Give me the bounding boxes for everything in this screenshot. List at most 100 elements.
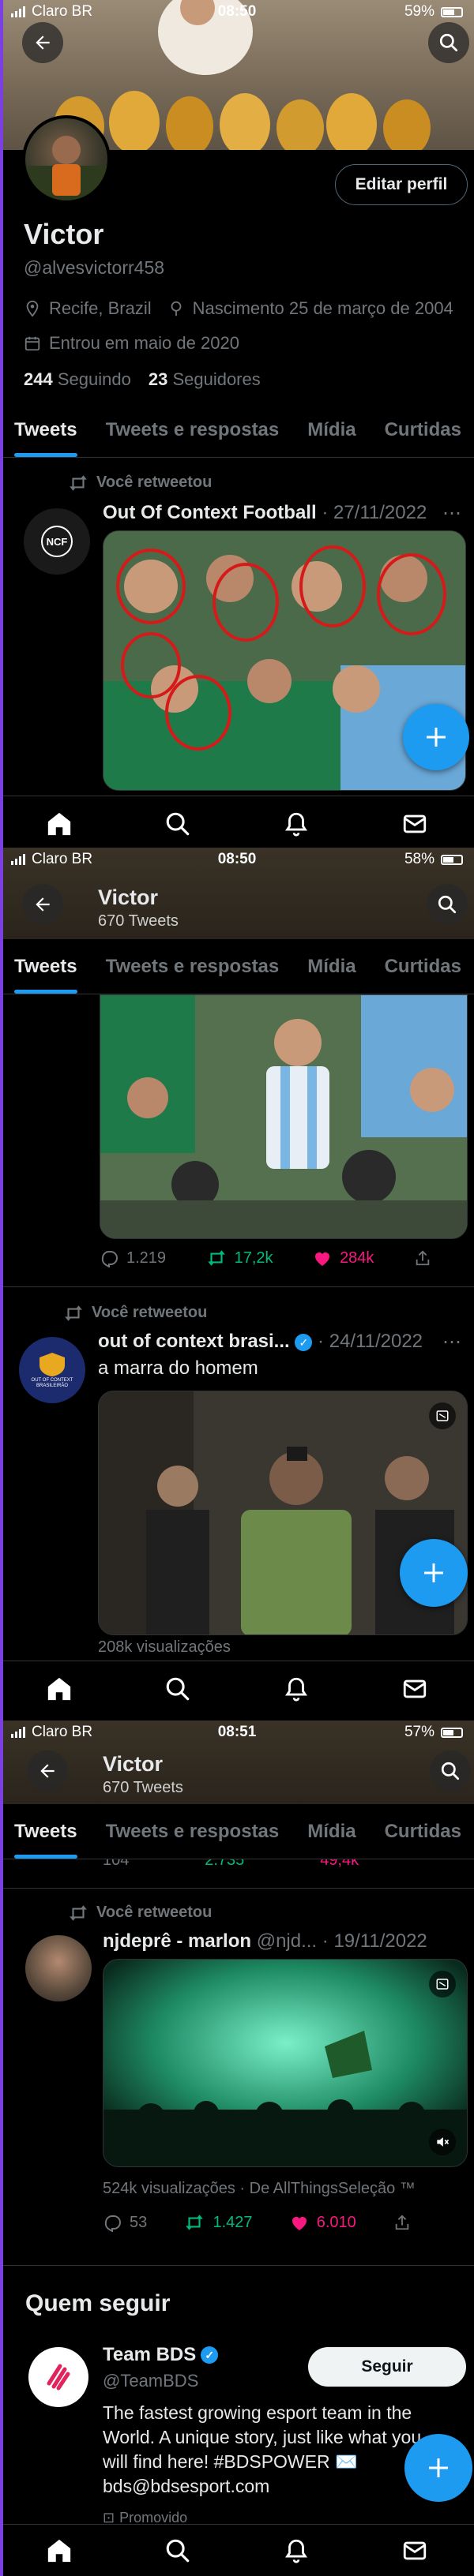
tab-tweets[interactable]: Tweets	[0, 402, 92, 457]
tab-media[interactable]: Mídia	[293, 1804, 370, 1859]
tweet-author-name[interactable]: njdeprê - marlon	[103, 1930, 251, 1952]
video-overlay-icon[interactable]	[429, 1402, 456, 1429]
back-button[interactable]	[27, 1750, 68, 1792]
tab-tweets[interactable]: Tweets	[0, 1804, 92, 1859]
suggestion-name[interactable]: Team BDS	[103, 2344, 196, 2366]
tweet-date: · 27/11/2022	[322, 502, 427, 523]
following-count: 244	[24, 369, 53, 389]
nav-messages[interactable]	[391, 1669, 438, 1709]
bottom-nav	[0, 796, 474, 848]
bottom-nav	[0, 2524, 474, 2576]
nav-explore[interactable]	[154, 2531, 201, 2570]
screen-edge	[0, 848, 3, 1720]
bds-logo-icon	[47, 2364, 70, 2391]
tweet-media-video[interactable]	[103, 1959, 468, 2167]
nav-messages[interactable]	[391, 2531, 438, 2570]
tweet-date: · 24/11/2022	[318, 1331, 423, 1352]
tweet-author-name[interactable]: Out Of Context Football	[103, 502, 317, 523]
share-button[interactable]	[393, 2214, 411, 2231]
profile-birth: Nascimento 25 de março de 2004	[192, 298, 453, 318]
nav-messages[interactable]	[391, 804, 438, 844]
tweet-avatar[interactable]	[25, 1935, 92, 2001]
profile-name: Victor	[24, 218, 104, 250]
status-bar: Claro BR 08:50 58%	[0, 848, 474, 871]
nav-explore[interactable]	[154, 1669, 201, 1709]
retweet-button[interactable]: 1.427	[184, 2214, 253, 2232]
tab-media[interactable]: Mídia	[293, 402, 370, 457]
share-button[interactable]	[414, 1249, 431, 1267]
back-button[interactable]	[22, 22, 63, 63]
mail-icon	[403, 814, 427, 833]
tweet-avatar[interactable]: NCF	[24, 508, 90, 575]
verified-badge-icon: ✓	[201, 2346, 219, 2364]
nav-home[interactable]	[36, 804, 83, 844]
like-count: 6.010	[316, 2213, 356, 2231]
nav-explore[interactable]	[154, 804, 201, 844]
search-button[interactable]	[430, 1750, 471, 1792]
reply-button[interactable]: 1.219	[100, 1249, 166, 1267]
tweet-avatar[interactable]: OUT OF CONTEXT BRASILEIRÃO	[19, 1337, 85, 1403]
tab-tweets-and-replies[interactable]: Tweets e respostas	[92, 939, 294, 994]
back-button[interactable]	[22, 884, 63, 925]
tweet-media-image-continued[interactable]	[100, 994, 468, 1239]
search-button[interactable]	[427, 884, 468, 925]
retweet-count: 17,2k	[234, 1249, 273, 1267]
profile-meta-row: Recife, Brazil Nascimento 25 de março de…	[24, 298, 453, 319]
nav-notifications[interactable]	[273, 1669, 320, 1709]
profile-handle: @alvesvictorr458	[24, 257, 165, 278]
more-icon[interactable]: ⋯	[442, 502, 461, 524]
profile-tabs: Tweets Tweets e respostas Mídia Curtidas	[0, 1804, 474, 1859]
bell-icon	[285, 1677, 307, 1702]
tab-tweets[interactable]: Tweets	[0, 939, 92, 994]
tab-likes[interactable]: Curtidas	[371, 402, 474, 457]
like-count: 284k	[340, 1249, 374, 1267]
tab-likes[interactable]: Curtidas	[371, 1804, 474, 1859]
following-link[interactable]: 244 Seguindo	[24, 369, 131, 390]
shield-logo-icon	[40, 1353, 65, 1376]
nav-notifications[interactable]	[273, 804, 320, 844]
plus-icon	[429, 2458, 448, 2477]
nav-notifications[interactable]	[273, 2531, 320, 2570]
tab-tweets-and-replies[interactable]: Tweets e respostas	[92, 402, 294, 457]
status-time: 08:50	[217, 851, 257, 867]
status-time: 08:50	[217, 3, 257, 20]
reply-button[interactable]: 53	[103, 2213, 147, 2232]
status-bar: Claro BR 08:50 59%	[0, 0, 474, 24]
followers-link[interactable]: 23 Seguidores	[149, 369, 261, 390]
suggestion-avatar[interactable]	[28, 2347, 88, 2407]
tab-media[interactable]: Mídia	[293, 939, 370, 994]
like-button[interactable]: 6.010	[290, 2214, 356, 2232]
compose-tweet-button[interactable]	[400, 1539, 468, 1607]
location-icon	[26, 300, 39, 317]
nav-home[interactable]	[36, 1669, 83, 1709]
compose-tweet-button[interactable]	[403, 704, 469, 770]
retweet-icon	[207, 1250, 225, 1266]
tab-tweets-and-replies[interactable]: Tweets e respostas	[92, 1804, 294, 1859]
video-overlay-icon[interactable]	[429, 1971, 456, 1998]
battery-icon	[441, 854, 463, 865]
reply-count: 53	[130, 2213, 148, 2231]
compose-tweet-button[interactable]	[404, 2434, 472, 2502]
profile-avatar[interactable]	[22, 115, 111, 204]
nav-home[interactable]	[36, 2531, 83, 2570]
search-button[interactable]	[428, 22, 469, 63]
tweet-author-name[interactable]: out of context brasi...	[98, 1331, 290, 1352]
retweet-button[interactable]: 17,2k	[206, 1249, 273, 1267]
share-icon	[395, 2215, 409, 2230]
bell-icon	[285, 2539, 307, 2563]
follow-button[interactable]: Seguir	[308, 2347, 466, 2387]
suggestion-handle: @TeamBDS	[103, 2371, 199, 2391]
more-icon[interactable]: ⋯	[442, 1331, 461, 1353]
video-views: 524k visualizações · De AllThingsSeleção…	[103, 2180, 416, 2197]
tab-likes[interactable]: Curtidas	[371, 939, 474, 994]
divider	[0, 2265, 474, 2266]
screen-edge	[0, 1720, 3, 2576]
divider	[0, 1888, 474, 1889]
reply-icon	[104, 2215, 121, 2232]
home-icon	[47, 812, 71, 835]
mute-button[interactable]	[429, 2129, 456, 2155]
like-button[interactable]: 284k	[313, 1249, 374, 1267]
balloon-icon	[171, 301, 182, 316]
followers-count: 23	[148, 369, 168, 389]
edit-profile-button[interactable]: Editar perfil	[335, 164, 468, 205]
